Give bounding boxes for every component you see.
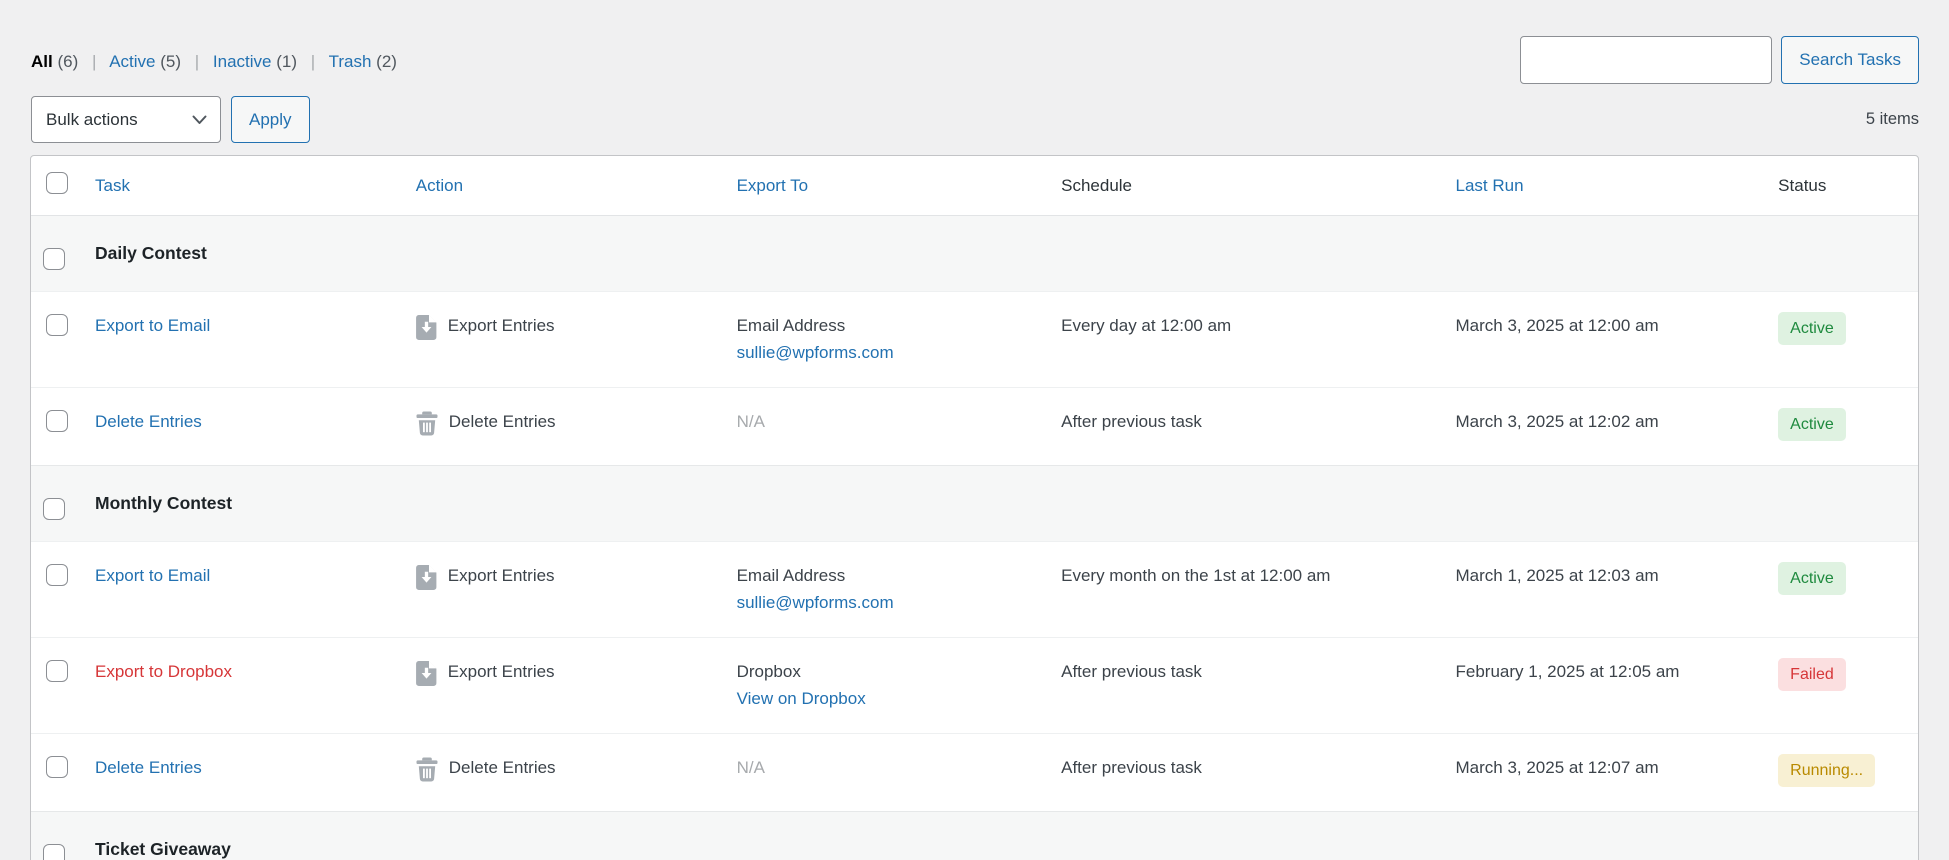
row-checkbox[interactable]: [46, 756, 68, 778]
search-tasks-button[interactable]: Search Tasks: [1781, 36, 1919, 84]
filter-trash-count: (2): [376, 52, 397, 71]
export-to-label: Email Address: [737, 566, 1038, 586]
action-label: Delete Entries: [449, 412, 556, 432]
status-badge: Active: [1778, 312, 1846, 345]
filter-inactive[interactable]: Inactive (1): [213, 52, 297, 71]
export-to-link[interactable]: sullie@wpforms.com: [737, 343, 894, 362]
sort-export-to-link[interactable]: Export To: [737, 176, 809, 195]
file-export-icon: [416, 565, 437, 590]
filter-all-label[interactable]: All: [31, 52, 53, 71]
filter-inactive-count: (1): [276, 52, 297, 71]
task-name-link[interactable]: Delete Entries: [95, 758, 202, 777]
column-header-export-to[interactable]: Export To: [725, 156, 1050, 216]
action-label: Export Entries: [448, 316, 555, 336]
search-box: Search Tasks: [1520, 36, 1919, 84]
search-input[interactable]: [1520, 36, 1772, 84]
action-label: Delete Entries: [449, 758, 556, 778]
export-to-link[interactable]: View on Dropbox: [737, 689, 866, 708]
export-to-label: Email Address: [737, 316, 1038, 336]
export-to-link[interactable]: sullie@wpforms.com: [737, 593, 894, 612]
file-export-icon: [416, 661, 437, 686]
column-header-action[interactable]: Action: [404, 156, 725, 216]
task-name-link[interactable]: Export to Email: [95, 316, 210, 335]
status-badge: Failed: [1778, 658, 1846, 691]
task-name-link[interactable]: Export to Email: [95, 566, 210, 585]
last-run-text: March 3, 2025 at 12:02 am: [1444, 388, 1767, 466]
schedule-text: After previous task: [1049, 388, 1443, 466]
group-row: Daily Contest: [31, 216, 1918, 292]
status-filter-bar: All (6) | Active (5) | Inactive (1) | Tr…: [31, 52, 397, 72]
table-row: Export to Email Export Entries Email Add…: [31, 292, 1918, 388]
group-title: Ticket Giveaway: [83, 812, 1918, 860]
column-header-status: Status: [1766, 156, 1918, 216]
schedule-text: After previous task: [1049, 638, 1443, 734]
row-checkbox[interactable]: [46, 410, 68, 432]
last-run-text: March 1, 2025 at 12:03 am: [1444, 542, 1767, 638]
filter-active[interactable]: Active (5): [109, 52, 181, 71]
row-checkbox[interactable]: [46, 660, 68, 682]
group-checkbox[interactable]: [43, 844, 65, 860]
trash-icon: [416, 411, 438, 436]
filter-separator: |: [311, 52, 315, 71]
schedule-text: After previous task: [1049, 734, 1443, 812]
status-badge: Active: [1778, 408, 1846, 441]
bulk-actions-selected-value: Bulk actions: [46, 110, 138, 130]
filter-active-count: (5): [160, 52, 181, 71]
filter-separator: |: [195, 52, 199, 71]
trash-icon: [416, 757, 438, 782]
items-count: 5 items: [1866, 110, 1919, 129]
task-name-link[interactable]: Export to Dropbox: [95, 662, 232, 681]
action-label: Export Entries: [448, 566, 555, 586]
task-name-link[interactable]: Delete Entries: [95, 412, 202, 431]
sort-task-link[interactable]: Task: [95, 176, 130, 195]
sort-last-run-link[interactable]: Last Run: [1456, 176, 1524, 195]
table-row: Export to Email Export Entries Email Add…: [31, 542, 1918, 638]
export-to-label: N/A: [737, 412, 765, 431]
export-to-label: N/A: [737, 758, 765, 777]
column-header-task[interactable]: Task: [83, 156, 404, 216]
sort-action-link[interactable]: Action: [416, 176, 463, 195]
file-export-icon: [416, 315, 437, 340]
status-badge: Running...: [1778, 754, 1875, 787]
status-badge: Active: [1778, 562, 1846, 595]
group-checkbox[interactable]: [43, 248, 65, 270]
export-to-label: Dropbox: [737, 662, 1038, 682]
table-row: Delete Entries Delete Entries N/A After …: [31, 388, 1918, 466]
chevron-down-icon: [192, 115, 207, 125]
apply-button[interactable]: Apply: [231, 96, 310, 143]
group-row: Ticket Giveaway: [31, 812, 1918, 860]
column-header-schedule: Schedule: [1049, 156, 1443, 216]
filter-active-link[interactable]: Active: [109, 52, 155, 71]
last-run-text: February 1, 2025 at 12:05 am: [1444, 638, 1767, 734]
group-title: Monthly Contest: [83, 466, 1918, 542]
tasks-table: Task Action Export To Schedule Last Run …: [30, 155, 1919, 860]
filter-separator: |: [92, 52, 96, 71]
column-header-last-run[interactable]: Last Run: [1444, 156, 1767, 216]
schedule-text: Every day at 12:00 am: [1049, 292, 1443, 388]
table-header-row: Task Action Export To Schedule Last Run …: [31, 156, 1918, 216]
schedule-text: Every month on the 1st at 12:00 am: [1049, 542, 1443, 638]
group-checkbox[interactable]: [43, 498, 65, 520]
last-run-text: March 3, 2025 at 12:00 am: [1444, 292, 1767, 388]
last-run-text: March 3, 2025 at 12:07 am: [1444, 734, 1767, 812]
table-row: Delete Entries Delete Entries N/A After …: [31, 734, 1918, 812]
filter-all[interactable]: All (6): [31, 52, 78, 71]
filter-trash-link[interactable]: Trash: [329, 52, 372, 71]
group-row: Monthly Contest: [31, 466, 1918, 542]
action-label: Export Entries: [448, 662, 555, 682]
row-checkbox[interactable]: [46, 564, 68, 586]
select-all-checkbox[interactable]: [46, 172, 68, 194]
group-title: Daily Contest: [83, 216, 1918, 292]
table-row: Export to Dropbox Export Entries Dropbox…: [31, 638, 1918, 734]
filter-trash[interactable]: Trash (2): [329, 52, 397, 71]
row-checkbox[interactable]: [46, 314, 68, 336]
filter-inactive-link[interactable]: Inactive: [213, 52, 272, 71]
table-controls: Bulk actions Apply 5 items: [31, 96, 1919, 143]
bulk-actions-select[interactable]: Bulk actions: [31, 96, 221, 143]
filter-all-count: (6): [57, 52, 78, 71]
